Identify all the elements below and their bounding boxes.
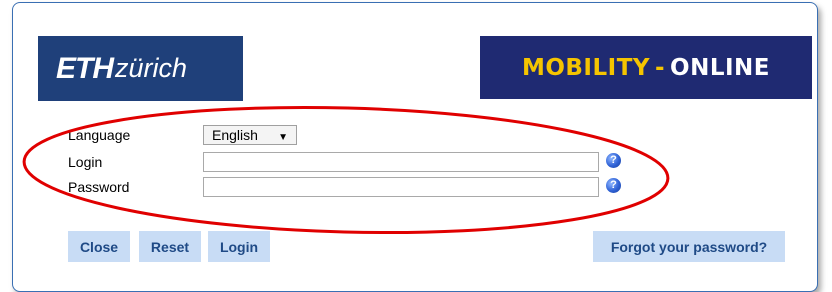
password-field[interactable] xyxy=(203,177,599,197)
password-label: Password xyxy=(68,179,130,195)
mobility-online-logo: MOBILITY - ONLINE xyxy=(480,36,812,99)
close-button[interactable]: Close xyxy=(68,231,130,262)
zurich-logo-text: zürich xyxy=(115,53,188,83)
language-select[interactable]: English ▼ xyxy=(203,125,297,145)
forgot-password-button[interactable]: Forgot your password? xyxy=(593,231,785,262)
login-field[interactable] xyxy=(203,152,599,172)
help-icon[interactable]: ? xyxy=(606,153,621,168)
chevron-down-icon: ▼ xyxy=(278,132,288,143)
mobility-logo-separator: - xyxy=(655,54,666,81)
login-button[interactable]: Login xyxy=(208,231,270,262)
mobility-logo-text: MOBILITY xyxy=(521,54,651,81)
eth-logo-text: ETH xyxy=(56,51,114,85)
online-logo-text: ONLINE xyxy=(670,54,771,81)
login-label: Login xyxy=(68,154,103,170)
help-icon[interactable]: ? xyxy=(606,178,621,193)
language-selected-value: English xyxy=(212,127,258,143)
language-label: Language xyxy=(68,127,131,143)
reset-button[interactable]: Reset xyxy=(139,231,201,262)
eth-zurich-logo: ETH zürich xyxy=(38,36,243,101)
